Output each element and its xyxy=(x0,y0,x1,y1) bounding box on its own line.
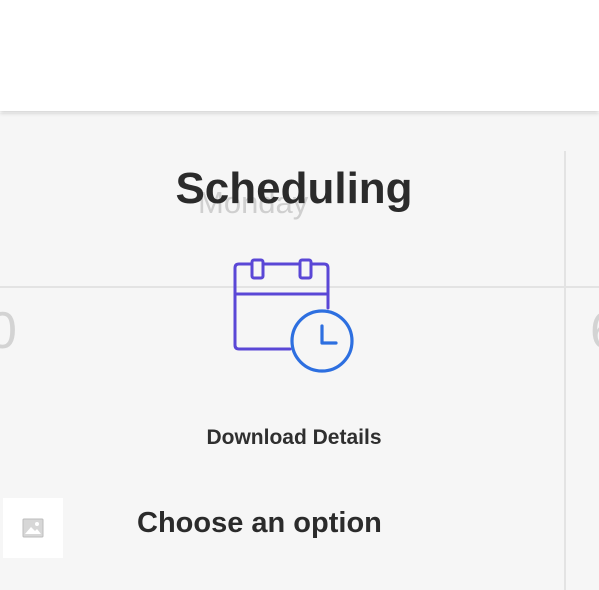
background-grid-line-vertical xyxy=(564,151,566,590)
download-details-label[interactable]: Download Details xyxy=(0,426,588,450)
page-title: Scheduling xyxy=(175,164,413,213)
app-root: Monday 0 6 Scheduling Download Details C… xyxy=(0,0,599,590)
calendar-clock-icon xyxy=(230,256,358,376)
background-number-right: 6 xyxy=(590,305,599,357)
choose-option-label: Choose an option xyxy=(137,507,382,539)
top-bar xyxy=(0,0,599,111)
thumbnail-image xyxy=(3,498,63,558)
background-number-left: 0 xyxy=(0,302,17,360)
image-placeholder-icon xyxy=(22,518,44,538)
